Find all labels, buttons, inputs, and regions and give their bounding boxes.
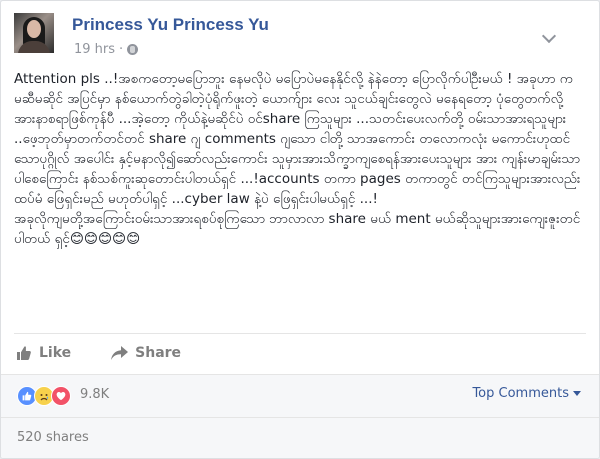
comment-sort-dropdown[interactable]: Top Comments: [472, 386, 581, 401]
share-button[interactable]: Share: [111, 345, 181, 361]
reactions-bar: 9.8K Top Comments: [1, 374, 599, 417]
meta-separator: ·: [119, 42, 124, 57]
post-header: Princess Yu Princess Yu 19 hrs ·: [14, 13, 574, 61]
post-text: Attention pls ..!အစကတော့မပြောဘူး နေမလိုပ…: [14, 69, 588, 249]
share-arrow-icon: [111, 345, 129, 360]
thumbs-up-icon: [17, 346, 31, 360]
love-reaction-icon: [51, 386, 71, 406]
author-name[interactable]: Princess Yu Princess Yu: [72, 15, 269, 35]
post-meta: 19 hrs ·: [74, 42, 139, 57]
reaction-icons[interactable]: [17, 386, 71, 406]
post-text-paragraph-2: အခုလိုကျမတို့အကြောင်းဝမ်းသာအားရစပ်စုကြသေ…: [14, 211, 581, 247]
actions-divider: [14, 333, 586, 334]
post-text-paragraph-1: Attention pls ..!အစကတော့မပြောဘူး နေမလိုပ…: [14, 71, 581, 207]
like-label: Like: [39, 345, 72, 361]
author-avatar[interactable]: [14, 13, 54, 53]
avatar-face: [27, 20, 41, 38]
shares-count[interactable]: 520 shares: [17, 430, 89, 445]
share-label: Share: [135, 345, 182, 361]
avatar-shoulders: [18, 41, 50, 53]
globe-icon[interactable]: [127, 44, 139, 55]
like-button[interactable]: Like: [16, 345, 71, 361]
post-timestamp[interactable]: 19 hrs: [74, 42, 115, 57]
post-card: Princess Yu Princess Yu 19 hrs · Attenti…: [0, 0, 600, 459]
caret-down-icon: [573, 391, 581, 396]
reaction-count[interactable]: 9.8K: [80, 387, 109, 402]
post-options-chevron-icon[interactable]: [541, 28, 557, 44]
shares-row: 520 shares: [1, 417, 599, 458]
comment-sort-label: Top Comments: [472, 386, 569, 401]
post-actions: Like Share: [16, 342, 221, 364]
